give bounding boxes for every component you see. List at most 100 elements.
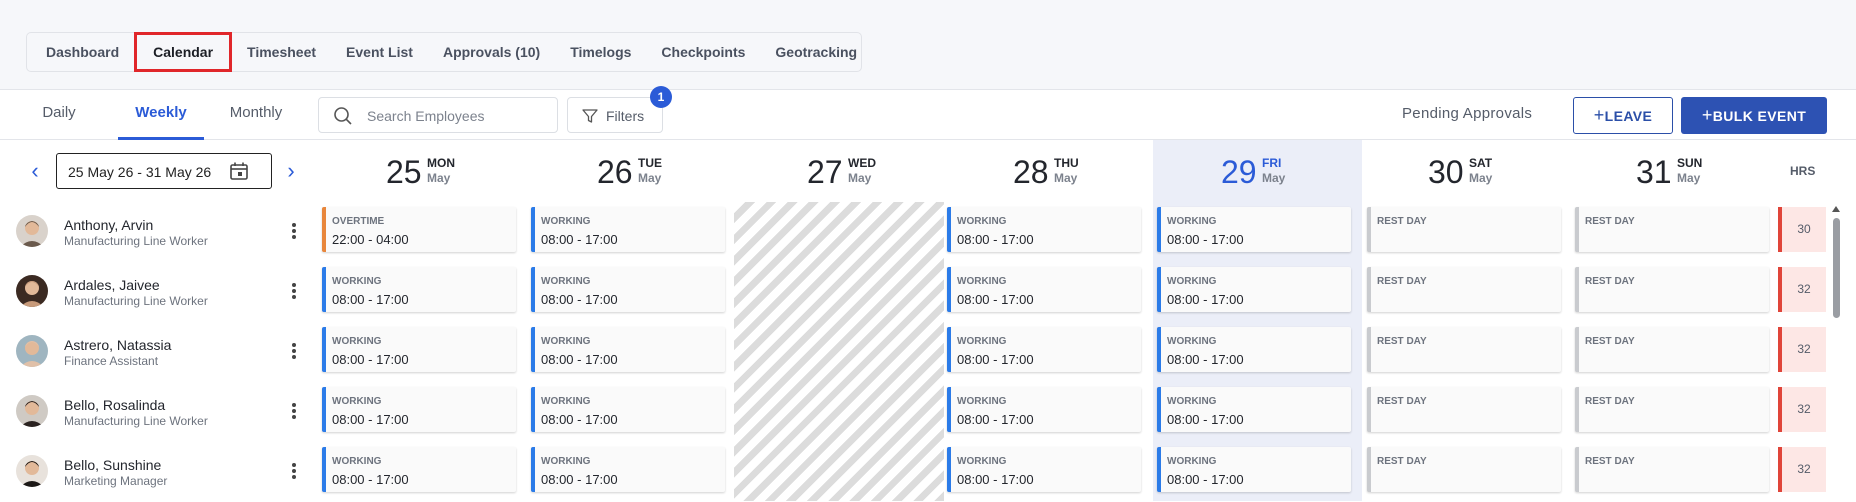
employee-role: Marketing Manager xyxy=(64,474,168,488)
shift-type: REST DAY xyxy=(1377,216,1427,227)
shift-cell[interactable]: WORKING 08:00 - 17:00 xyxy=(531,267,725,312)
add-leave-button[interactable]: +LEAVE xyxy=(1573,97,1673,134)
day-month: May xyxy=(427,171,451,185)
shift-type: REST DAY xyxy=(1585,216,1635,227)
more-options-icon[interactable] xyxy=(290,223,298,241)
shift-type: REST DAY xyxy=(1585,336,1635,347)
day-header: 27 WED May xyxy=(739,140,949,202)
total-hours-cell: 32 xyxy=(1778,267,1826,312)
tab-approvals[interactable]: Approvals (10) xyxy=(428,32,555,72)
shift-type: WORKING xyxy=(541,396,591,407)
day-header: 25 MON May xyxy=(322,140,532,202)
shift-type: WORKING xyxy=(541,456,591,467)
shift-cell[interactable]: WORKING 08:00 - 17:00 xyxy=(947,267,1141,312)
shift-cell[interactable]: WORKING 08:00 - 17:00 xyxy=(322,387,516,432)
shift-time: 08:00 - 17:00 xyxy=(1167,232,1244,247)
shift-cell[interactable]: REST DAY xyxy=(1575,207,1769,252)
day-month: May xyxy=(848,171,872,185)
shift-time: 08:00 - 17:00 xyxy=(332,292,409,307)
bulk-event-button[interactable]: +BULK EVENT xyxy=(1681,97,1827,134)
shift-cell[interactable]: REST DAY xyxy=(1367,387,1561,432)
total-hours-cell: 32 xyxy=(1778,387,1826,432)
shift-cell[interactable]: WORKING 08:00 - 17:00 xyxy=(531,447,725,492)
previous-week-arrow-icon[interactable]: ‹ xyxy=(25,160,45,182)
day-number: 31 xyxy=(1636,154,1672,190)
day-of-week: TUE xyxy=(638,156,662,170)
tab-timelogs[interactable]: Timelogs xyxy=(555,32,646,72)
module-tabs: Dashboard Calendar Timesheet Event List … xyxy=(26,32,862,72)
day-number: 26 xyxy=(597,154,633,190)
shift-cell[interactable]: WORKING 08:00 - 17:00 xyxy=(1157,327,1351,372)
vertical-scrollbar[interactable] xyxy=(1832,206,1840,501)
day-header: 31 SUN May xyxy=(1570,140,1780,202)
shift-cell[interactable]: REST DAY xyxy=(1367,207,1561,252)
more-options-icon[interactable] xyxy=(290,283,298,301)
shift-cell[interactable]: WORKING 08:00 - 17:00 xyxy=(322,447,516,492)
shift-type: WORKING xyxy=(1167,396,1217,407)
next-week-arrow-icon[interactable]: › xyxy=(281,160,301,182)
shift-cell[interactable]: REST DAY xyxy=(1575,447,1769,492)
more-options-icon[interactable] xyxy=(290,403,298,421)
date-range-picker[interactable]: 25 May 26 - 31 May 26 xyxy=(56,153,272,189)
more-options-icon[interactable] xyxy=(290,343,298,361)
shift-cell[interactable]: WORKING 08:00 - 17:00 xyxy=(531,387,725,432)
shift-cell[interactable]: WORKING 08:00 - 17:00 xyxy=(531,207,725,252)
view-tab-daily[interactable]: Daily xyxy=(22,90,96,140)
avatar xyxy=(16,275,48,307)
shift-cell[interactable]: WORKING 08:00 - 17:00 xyxy=(1157,387,1351,432)
tab-calendar[interactable]: Calendar xyxy=(134,32,233,72)
day-number: 27 xyxy=(807,154,843,190)
shift-cell[interactable]: REST DAY xyxy=(1367,267,1561,312)
more-options-icon[interactable] xyxy=(290,463,298,481)
shift-cell[interactable]: REST DAY xyxy=(1575,267,1769,312)
shift-type: REST DAY xyxy=(1585,456,1635,467)
tab-event-list[interactable]: Event List xyxy=(331,32,428,72)
shift-cell[interactable]: WORKING 08:00 - 17:00 xyxy=(1157,267,1351,312)
employee-name: Anthony, Arvin xyxy=(64,217,154,233)
shift-cell[interactable]: WORKING 08:00 - 17:00 xyxy=(947,447,1141,492)
tab-dashboard[interactable]: Dashboard xyxy=(31,32,134,72)
view-tab-weekly[interactable]: Weekly xyxy=(118,90,204,140)
pending-approvals-link[interactable]: Pending Approvals xyxy=(1402,105,1532,122)
tab-geotracking[interactable]: Geotracking xyxy=(760,32,872,72)
shift-cell[interactable]: REST DAY xyxy=(1367,327,1561,372)
shift-cell[interactable]: WORKING 08:00 - 17:00 xyxy=(322,267,516,312)
shift-cell[interactable]: WORKING 08:00 - 17:00 xyxy=(947,387,1141,432)
shift-type: WORKING xyxy=(541,216,591,227)
scrollbar-thumb[interactable] xyxy=(1833,218,1840,318)
shift-cell[interactable]: REST DAY xyxy=(1367,447,1561,492)
plus-icon: + xyxy=(1701,105,1713,125)
tab-checkpoints[interactable]: Checkpoints xyxy=(646,32,760,72)
employee-name: Ardales, Jaivee xyxy=(64,277,160,293)
shift-cell[interactable]: WORKING 08:00 - 17:00 xyxy=(1157,447,1351,492)
view-tab-monthly[interactable]: Monthly xyxy=(218,90,294,140)
shift-cell[interactable]: WORKING 08:00 - 17:00 xyxy=(1157,207,1351,252)
shift-type: WORKING xyxy=(332,456,382,467)
scroll-up-icon[interactable] xyxy=(1832,206,1840,212)
shift-cell[interactable]: WORKING 08:00 - 17:00 xyxy=(947,327,1141,372)
shift-cell[interactable]: REST DAY xyxy=(1575,327,1769,372)
calendar-icon[interactable] xyxy=(229,161,249,181)
shift-cell[interactable]: WORKING 08:00 - 17:00 xyxy=(322,327,516,372)
employee-row: Astrero, Natassia Finance Assistant xyxy=(0,322,310,382)
search-icon xyxy=(334,107,352,125)
shift-cell[interactable]: REST DAY xyxy=(1575,387,1769,432)
shift-type: WORKING xyxy=(1167,456,1217,467)
shift-time: 08:00 - 17:00 xyxy=(541,292,618,307)
shift-type: REST DAY xyxy=(1377,276,1427,287)
filters-button[interactable]: Filters xyxy=(567,97,663,133)
day-number: 30 xyxy=(1428,154,1464,190)
shift-time: 08:00 - 17:00 xyxy=(957,292,1034,307)
shift-cell[interactable]: WORKING 08:00 - 17:00 xyxy=(947,207,1141,252)
shift-cell[interactable]: OVERTIME 22:00 - 04:00 xyxy=(322,207,516,252)
shift-type: WORKING xyxy=(332,396,382,407)
shift-cell[interactable]: WORKING 08:00 - 17:00 xyxy=(531,327,725,372)
day-of-week: WED xyxy=(848,156,876,170)
search-input[interactable]: Search Employees xyxy=(318,97,558,133)
shift-time: 08:00 - 17:00 xyxy=(1167,352,1244,367)
shift-type: WORKING xyxy=(957,396,1007,407)
shift-time: 08:00 - 17:00 xyxy=(541,472,618,487)
tab-timesheet[interactable]: Timesheet xyxy=(232,32,331,72)
employee-name: Bello, Rosalinda xyxy=(64,397,166,413)
day-of-week: MON xyxy=(427,156,455,170)
